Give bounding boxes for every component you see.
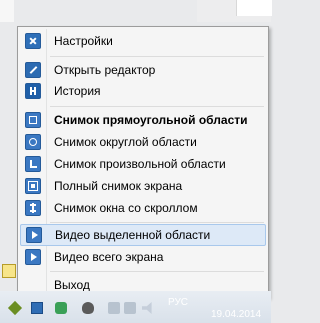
- menu-separator: [50, 56, 264, 57]
- network-icon[interactable]: [55, 302, 67, 314]
- tray-context-menu: Настройки Открыть редактор История Снимо…: [17, 26, 269, 298]
- menu-item-label: Снимок произвольной области: [54, 157, 226, 171]
- video-region-icon: [26, 227, 42, 243]
- menu-item-video-region[interactable]: Видео выделенной области: [20, 224, 266, 246]
- menu-item-label: Открыть редактор: [54, 63, 156, 77]
- desktop-area: [0, 0, 14, 22]
- menu-item-label: Снимок прямоугольной области: [54, 113, 248, 127]
- menu-item-label: История: [54, 84, 101, 98]
- menu-item-label: Видео выделенной области: [55, 228, 211, 242]
- scroll-capture-icon: [25, 200, 41, 216]
- menu-item-round-capture[interactable]: Снимок округлой области: [20, 131, 266, 153]
- menu-item-freeform-capture[interactable]: Снимок произвольной области: [20, 153, 266, 175]
- menu-item-video-fullscreen[interactable]: Видео всего экрана: [20, 246, 266, 268]
- alien-app-icon[interactable]: [82, 302, 94, 314]
- flag-icon[interactable]: [108, 302, 120, 314]
- menu-item-label: Видео всего экрана: [54, 250, 164, 264]
- screenshot-app-tray-icon[interactable]: [31, 302, 43, 314]
- menu-separator: [50, 271, 264, 272]
- menu-item-rectangle-capture[interactable]: Снимок прямоугольной области: [20, 109, 266, 131]
- menu-item-label: Снимок окна со скроллом: [54, 201, 198, 215]
- clock-date[interactable]: 19.04.2014: [211, 309, 261, 320]
- round-capture-icon: [25, 134, 41, 150]
- freeform-capture-icon: [25, 156, 41, 172]
- monitor-icon[interactable]: [124, 302, 136, 314]
- menu-item-open-editor[interactable]: Открыть редактор: [20, 59, 266, 81]
- menu-separator: [50, 222, 264, 223]
- menu-item-settings[interactable]: Настройки: [20, 30, 266, 52]
- menu-item-fullscreen-capture[interactable]: Полный снимок экрана: [20, 175, 266, 197]
- menu-item-label: Снимок округлой области: [54, 135, 197, 149]
- language-indicator[interactable]: РУС: [168, 297, 188, 308]
- menu-item-label: Полный снимок экрана: [54, 179, 183, 193]
- window-edge: [236, 0, 272, 16]
- history-icon: [25, 83, 41, 99]
- menu-item-label: Выход: [54, 278, 90, 292]
- sticky-note-icon[interactable]: [2, 264, 16, 278]
- settings-icon: [25, 33, 41, 49]
- fullscreen-capture-icon: [25, 178, 41, 194]
- menu-item-history[interactable]: История: [20, 80, 266, 102]
- pencil-icon: [25, 62, 41, 78]
- video-fullscreen-icon: [25, 249, 41, 265]
- menu-item-label: Настройки: [54, 34, 113, 48]
- rectangle-capture-icon: [25, 112, 41, 128]
- menu-separator: [50, 106, 264, 107]
- menu-item-scroll-capture[interactable]: Снимок окна со скроллом: [20, 197, 266, 219]
